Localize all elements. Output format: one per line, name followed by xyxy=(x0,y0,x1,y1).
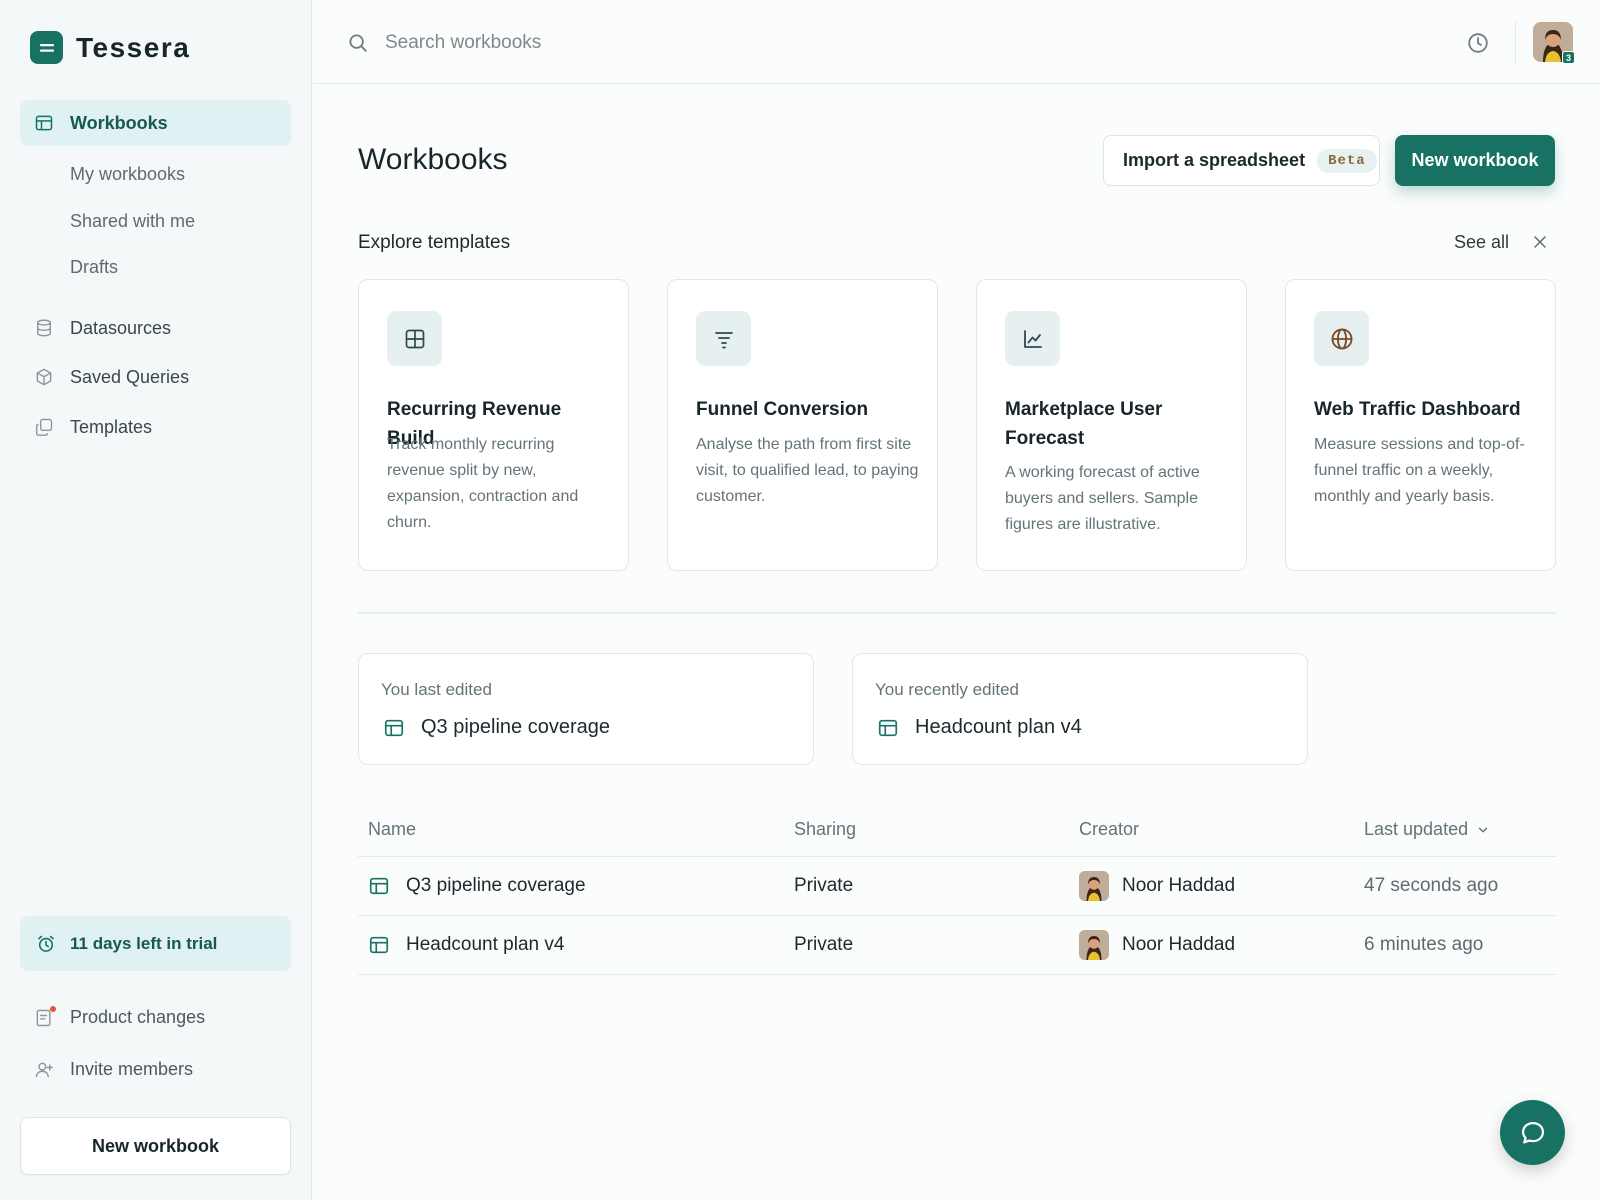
clock-icon[interactable] xyxy=(1466,31,1490,55)
cell-name: Q3 pipeline coverage xyxy=(368,857,586,914)
cube-icon xyxy=(36,368,52,386)
sidebar-item-label: Datasources xyxy=(70,317,172,338)
row-divider xyxy=(358,974,1556,975)
creator-avatar xyxy=(1079,871,1109,901)
recent-workbook-title: Headcount plan v4 xyxy=(915,716,1082,738)
invite-members-link[interactable]: Invite members xyxy=(34,1059,193,1080)
page-title: Workbooks xyxy=(358,143,508,176)
recent-workbook-name: Headcount plan v4 xyxy=(877,716,1082,739)
template-description: Measure sessions and top-of-funnel traff… xyxy=(1314,436,1525,505)
column-header-sharing[interactable]: Sharing xyxy=(794,819,856,840)
column-header-label: Last updated xyxy=(1364,819,1469,839)
table-row[interactable]: Q3 pipeline coverage Private Noor Haddad… xyxy=(358,857,1556,914)
section-divider xyxy=(358,612,1556,614)
top-bar: 3 xyxy=(313,0,1600,84)
trial-text: 11 days left in trial xyxy=(70,933,218,953)
database-icon xyxy=(37,319,51,337)
beta-badge: Beta xyxy=(1317,148,1377,173)
close-icon[interactable] xyxy=(1530,232,1550,252)
sidebar-item-label: Saved Queries xyxy=(70,366,190,387)
avatar-badge: 3 xyxy=(1562,51,1575,64)
divider xyxy=(1515,20,1516,64)
column-header-creator[interactable]: Creator xyxy=(1079,819,1139,840)
user-plus-icon xyxy=(34,1060,54,1080)
templates-section-title: Explore templates xyxy=(358,232,511,253)
new-workbook-button[interactable]: New workbook xyxy=(1395,135,1555,186)
globe-icon xyxy=(1314,311,1369,366)
line-chart-icon xyxy=(1005,311,1060,366)
sidebar-item-datasources[interactable]: Datasources xyxy=(20,305,291,351)
creator-name: Noor Haddad xyxy=(1122,933,1236,955)
cell-name: Headcount plan v4 xyxy=(368,916,564,973)
template-description: A working forecast of active buyers and … xyxy=(1005,464,1200,533)
sidebar-item-label: Workbooks xyxy=(70,112,168,133)
notification-dot xyxy=(50,1005,56,1012)
product-changes-link[interactable]: Product changes xyxy=(34,1005,206,1028)
copy-icon xyxy=(35,418,53,436)
brand-name: Tessera xyxy=(76,31,191,63)
import-spreadsheet-button[interactable]: Import a spreadsheet Beta xyxy=(1103,135,1380,186)
sidebar-subitem-my-workbooks[interactable]: My workbooks xyxy=(70,164,185,185)
cell-creator: Noor Haddad xyxy=(1079,857,1235,914)
template-description: Track monthly recurring revenue split by… xyxy=(387,436,579,531)
creator-name: Noor Haddad xyxy=(1122,874,1236,896)
column-header-last-updated[interactable]: Last updated xyxy=(1364,819,1490,840)
sidebar-item-workbooks[interactable]: Workbooks xyxy=(20,100,291,146)
recent-label: You last edited xyxy=(381,680,492,699)
search-input[interactable] xyxy=(385,24,885,62)
creator-avatar xyxy=(1079,930,1109,960)
chat-button[interactable] xyxy=(1500,1100,1565,1165)
sidebar-subitem-shared-with-me[interactable]: Shared with me xyxy=(70,211,195,232)
brand[interactable]: Tessera xyxy=(30,31,190,64)
table-icon xyxy=(877,717,899,739)
recent-workbook-title: Q3 pipeline coverage xyxy=(421,716,611,738)
chevron-down-icon xyxy=(1478,827,1488,832)
cell-sharing: Private xyxy=(794,933,854,955)
changelog-icon xyxy=(34,1005,56,1028)
recent-card-recently-edited[interactable]: You recently edited Headcount plan v4 xyxy=(852,653,1308,765)
see-all-link[interactable]: See all xyxy=(1454,232,1509,253)
workbook-name: Headcount plan v4 xyxy=(406,933,565,955)
template-title: Web Traffic Dashboard xyxy=(1314,399,1521,420)
table-row[interactable]: Headcount plan v4 Private Noor Haddad 6 … xyxy=(358,916,1556,973)
filter-icon xyxy=(696,311,751,366)
recent-card-last-edited[interactable]: You last edited Q3 pipeline coverage xyxy=(358,653,814,765)
template-title: Marketplace User Forecast xyxy=(1005,399,1163,449)
workbook-name: Q3 pipeline coverage xyxy=(406,874,586,896)
template-card-recurring-revenue[interactable]: Recurring Revenue Build Track monthly re… xyxy=(358,279,629,571)
template-title: Funnel Conversion xyxy=(696,399,869,420)
alarm-clock-icon xyxy=(38,935,54,952)
sidebar-item-saved-queries[interactable]: Saved Queries xyxy=(20,354,291,400)
table-icon xyxy=(368,934,390,956)
sidebar-new-workbook-button[interactable]: New workbook xyxy=(20,1117,291,1175)
cell-creator: Noor Haddad xyxy=(1079,916,1235,973)
sidebar-item-templates[interactable]: Templates xyxy=(20,404,291,450)
recent-workbook-name: Q3 pipeline coverage xyxy=(383,716,610,739)
template-description: Analyse the path from first site visit, … xyxy=(696,436,919,505)
cell-last-updated: 6 minutes ago xyxy=(1364,933,1484,955)
cell-last-updated: 47 seconds ago xyxy=(1364,874,1499,896)
product-changes-label: Product changes xyxy=(70,1007,206,1027)
table-icon xyxy=(34,113,54,133)
grid-icon xyxy=(387,311,442,366)
table-icon xyxy=(368,875,390,897)
trial-banner[interactable]: 11 days left in trial xyxy=(20,916,291,971)
cell-sharing: Private xyxy=(794,874,854,896)
sidebar-subitem-drafts[interactable]: Drafts xyxy=(70,257,118,278)
sidebar-item-label: Templates xyxy=(70,416,153,437)
template-card-web-traffic[interactable]: Web Traffic Dashboard Measure sessions a… xyxy=(1285,279,1556,571)
chat-bubble-icon xyxy=(1521,1121,1544,1143)
template-card-funnel-conversion[interactable]: Funnel Conversion Analyse the path from … xyxy=(667,279,938,571)
import-button-label: Import a spreadsheet xyxy=(1123,150,1306,170)
invite-members-label: Invite members xyxy=(70,1059,194,1079)
recent-label: You recently edited xyxy=(875,680,1019,699)
column-header-name[interactable]: Name xyxy=(368,819,416,840)
table-icon xyxy=(383,717,405,739)
template-card-marketplace-forecast[interactable]: Marketplace User Forecast A working fore… xyxy=(976,279,1247,571)
sidebar: Tessera Workbooks My workbooks Shared wi… xyxy=(0,0,312,1200)
search-icon xyxy=(349,34,367,52)
brand-logo-icon xyxy=(30,31,63,64)
